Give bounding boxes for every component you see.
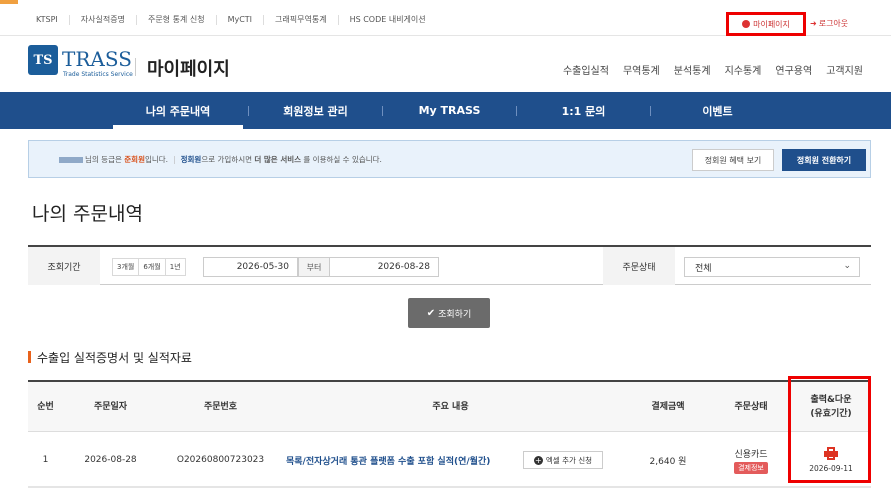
utility-link-hs-code[interactable]: HS CODE 내비게이션 [339, 15, 437, 25]
logout-icon: ➜ [810, 19, 817, 28]
row-status: 신용카드 결제정보 [718, 432, 784, 488]
membership-notice: 님의 등급은 준회원입니다. | 정회원으로 가입하시면 더 많은 서비스 를 이용… [28, 140, 871, 178]
subnav-events[interactable]: 이벤트 [655, 92, 780, 129]
notice-text-1: 님의 등급은 [85, 155, 125, 164]
logo-wordmark: TRASS [62, 47, 132, 71]
utility-links: KTSPI 자사실적증명 주문형 통계 신청 MyCTI 그래픽무역통계 HS … [36, 4, 437, 36]
mypage-subnav: 나의 주문내역 회원정보 관리 My TRASS 1:1 문의 이벤트 [0, 92, 891, 129]
nav-analysis-stats[interactable]: 분석통계 [674, 62, 711, 77]
nav-support[interactable]: 고객지원 [826, 62, 863, 77]
list-title: 수출입 실적증명서 및 실적자료 [28, 348, 192, 366]
row-date: 2026-08-28 [84, 455, 137, 465]
logout-label: 로그아웃 [818, 19, 849, 28]
excel-request-label: 엑셀 추가 신청 [545, 455, 593, 465]
member-benefits-button[interactable]: 정회원 혜택 보기 [692, 149, 774, 171]
notice-text-4: 를 이용하실 수 있습니다. [301, 155, 382, 164]
col-amount: 결제금액 [651, 402, 685, 412]
subnav-my-orders[interactable]: 나의 주문내역 [113, 92, 243, 129]
search-button[interactable]: ✔ 조회하기 [408, 298, 490, 328]
col-order-no: 주문번호 [203, 402, 238, 412]
order-status-value: 전체 [695, 263, 712, 274]
person-icon [742, 20, 751, 28]
nav-index-stats[interactable]: 지수통계 [725, 62, 762, 77]
subnav-active-indicator [113, 125, 243, 129]
notice-text-3: 으로 가입하시면 [201, 155, 255, 164]
utility-link-mycti[interactable]: MyCTI [217, 15, 265, 25]
date-from-input[interactable]: 2026-05-30 [203, 257, 298, 277]
utility-link-graphic-trade[interactable]: 그래픽무역통계 [264, 15, 339, 25]
date-range-separator: 부터 [298, 257, 330, 277]
excel-request-button[interactable]: + 엑셀 추가 신청 [523, 451, 603, 469]
membership-notice-text: 님의 등급은 준회원입니다. | 정회원으로 가입하시면 더 많은 서비스 를 이용… [59, 154, 382, 165]
period-3months-button[interactable]: 3개월 [112, 258, 140, 276]
col-status: 주문상태 [734, 402, 768, 412]
regular-member-label: 정회원 [180, 155, 202, 164]
section-title: 나의 주문내역 [32, 203, 143, 225]
subnav-divider [248, 106, 249, 116]
table-header: 순번 주문일자 주문번호 주요 내용 결제금액 주문상태 출력&다운 (유효기간… [28, 382, 871, 432]
payment-method: 신용카드 [734, 449, 768, 460]
page-title: 마이페이지 [147, 59, 230, 80]
utility-link-ktspi[interactable]: KTSPI [36, 15, 70, 25]
utility-link-performance[interactable]: 자사실적증명 [70, 15, 137, 25]
period-1year-button[interactable]: 1년 [164, 258, 186, 276]
payment-info-badge[interactable]: 결제정보 [734, 461, 768, 474]
masked-username [59, 157, 83, 163]
utility-bar: KTSPI 자사실적증명 주문형 통계 신청 MyCTI 그래픽무역통계 HS … [0, 4, 891, 36]
order-filter: 조회기간 3개월 6개월 1년 2026-05-30 부터 2026-08-28… [28, 245, 871, 285]
subnav-divider [516, 106, 517, 116]
title-marker [28, 351, 31, 363]
nav-export-import[interactable]: 수출입실적 [563, 62, 609, 77]
chevron-down-icon: ⌄ [843, 261, 851, 271]
print-column-highlight [788, 376, 871, 483]
status-label: 주문상태 [603, 247, 675, 285]
period-label: 조회기간 [28, 247, 100, 285]
notice-separator: | [173, 155, 176, 164]
col-no: 순번 [37, 402, 54, 412]
search-button-label: 조회하기 [438, 309, 472, 320]
order-status-select[interactable]: 전체 ⌄ [684, 257, 860, 277]
main-nav: 수출입실적 무역통계 분석통계 지수통계 연구용역 고객지원 [563, 62, 863, 77]
subnav-member-info[interactable]: 회원정보 관리 [253, 92, 378, 129]
row-content-link[interactable]: 목록/전자상거래 통관 플랫폼 수출 포함 실적(연/월간) [286, 432, 514, 488]
logo-mark: TS [28, 45, 58, 75]
subnav-inquiry[interactable]: 1:1 문의 [521, 92, 646, 129]
row-amount: 2,640 원 [649, 456, 687, 467]
col-date: 주문일자 [93, 402, 128, 412]
logo-subtitle: Trade Statistics Service [63, 71, 133, 78]
header-divider [135, 58, 136, 76]
logout-link[interactable]: ➜ 로그아웃 [810, 18, 848, 29]
convert-membership-button[interactable]: 정회원 전환하기 [782, 149, 866, 171]
notice-text-2: 입니다. [144, 155, 169, 164]
utility-link-custom-stats[interactable]: 주문형 통계 신청 [137, 15, 217, 25]
list-title-text: 수출입 실적증명서 및 실적자료 [37, 350, 192, 365]
plus-icon: + [533, 455, 543, 465]
mypage-label: 마이페이지 [753, 19, 790, 29]
col-content: 주요 내용 [432, 402, 469, 412]
mypage-link[interactable]: 마이페이지 [726, 12, 806, 36]
subnav-divider [382, 106, 383, 116]
row-no: 1 [42, 455, 49, 465]
date-to-input[interactable]: 2026-08-28 [329, 257, 439, 277]
subnav-my-trass[interactable]: My TRASS [387, 92, 512, 129]
check-icon: ✔ [426, 307, 436, 319]
member-grade: 준회원 [124, 155, 145, 164]
row-order-no: O20260800723023 [176, 455, 265, 465]
nav-research[interactable]: 연구용역 [775, 62, 812, 77]
period-buttons: 3개월 6개월 1년 [112, 258, 186, 276]
period-6months-button[interactable]: 6개월 [138, 258, 166, 276]
notice-more-services: 더 많은 서비스 [254, 155, 302, 164]
subnav-divider [650, 106, 651, 116]
row-divider [28, 486, 871, 487]
table-row: 1 2026-08-28 O20260800723023 목록/전자상거래 통관… [28, 432, 871, 488]
site-header: TS TRASS Trade Statistics Service 마이페이지 … [0, 37, 891, 91]
orders-table: 순번 주문일자 주문번호 주요 내용 결제금액 주문상태 출력&다운 (유효기간… [28, 380, 871, 488]
trass-logo[interactable]: TS TRASS Trade Statistics Service [28, 45, 140, 83]
nav-trade-stats[interactable]: 무역통계 [623, 62, 660, 77]
